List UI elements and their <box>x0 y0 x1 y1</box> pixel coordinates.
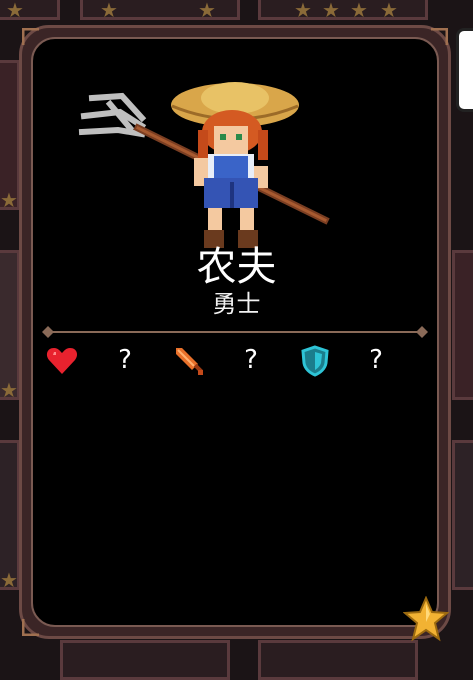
star-icon <box>403 596 449 642</box>
bg-star-icon: ★ <box>198 0 216 22</box>
bg-star-icon: ★ <box>322 0 340 22</box>
bg-star-icon: ★ <box>294 0 312 22</box>
sword-icon <box>176 348 203 375</box>
corner-ornament-icon <box>430 28 448 46</box>
divider <box>42 326 428 338</box>
defense-value: ? <box>369 345 383 375</box>
heart-icon <box>46 348 78 374</box>
hero-sprite-farmer <box>78 82 330 248</box>
hero-name: 农夫 <box>196 244 277 290</box>
bg-card[interactable] <box>452 440 473 590</box>
bg-star-icon: ★ <box>0 378 18 402</box>
bg-star-icon: ★ <box>350 0 368 22</box>
bg-star-icon: ★ <box>0 568 18 592</box>
bg-star-icon: ★ <box>6 0 24 22</box>
bg-star-icon: ★ <box>0 188 18 212</box>
bg-card[interactable] <box>60 640 230 680</box>
side-tab-button[interactable] <box>456 28 473 112</box>
attack-value: ? <box>244 345 258 375</box>
bg-card[interactable] <box>258 0 428 20</box>
health-value: ? <box>118 345 132 375</box>
hero-class: 勇士 <box>212 290 261 318</box>
bg-card[interactable] <box>258 640 418 680</box>
shield-icon <box>301 345 329 377</box>
bg-star-icon: ★ <box>100 0 118 22</box>
corner-ornament-icon <box>22 28 40 46</box>
bg-star-icon: ★ <box>380 0 398 22</box>
corner-ornament-icon <box>22 618 40 636</box>
